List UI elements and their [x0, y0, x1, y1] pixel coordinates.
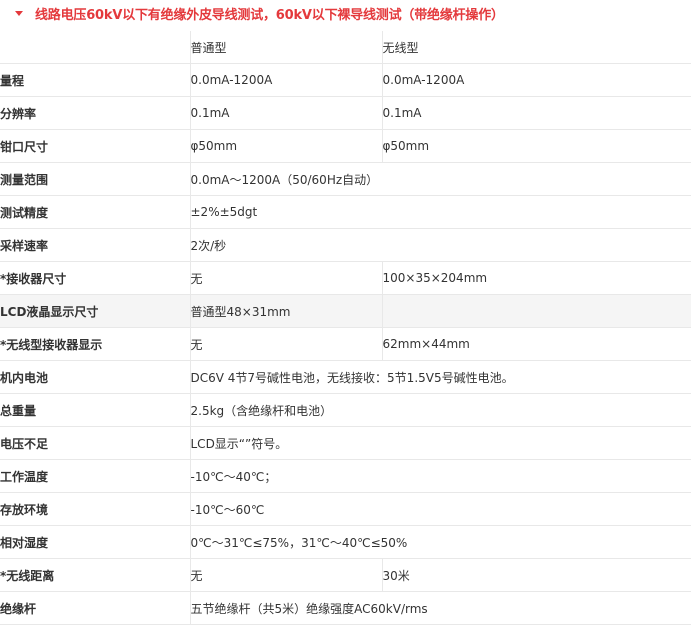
row-label: 分辨率	[0, 96, 190, 130]
spec-table: 普通型 无线型 量程 0.0mA-1200A 0.0mA-1200A 分辨率 0…	[0, 31, 691, 625]
row-value: 0.0mA～1200A（50/60Hz自动）	[189, 162, 691, 196]
row-label: 存放环境	[0, 492, 190, 526]
row-value-standard: 无	[189, 261, 382, 295]
section-title: 线路电压60kV以下有绝缘外皮导线测试，60kV以下裸导线测试（带绝缘杆操作）	[35, 7, 504, 23]
table-row: 测试精度 ±2%±5dgt	[0, 195, 691, 229]
table-row: 工作温度 -10℃～40℃；	[0, 459, 691, 493]
column-header-standard: 普通型	[189, 31, 382, 64]
table-row: 采样速率 2次/秒	[0, 228, 691, 262]
table-row: 总重量 2.5kg（含绝缘杆和电池）	[0, 393, 691, 427]
table-header-row: 普通型 无线型	[0, 31, 691, 64]
row-value: -10℃～60℃	[189, 492, 691, 526]
table-row: 分辨率 0.1mA 0.1mA	[0, 96, 691, 130]
row-label: 总重量	[0, 393, 190, 427]
row-value-wireless: 0.1mA	[381, 96, 691, 130]
table-row: *无线距离 无 30米	[0, 558, 691, 592]
collapse-arrow-icon[interactable]	[15, 10, 23, 16]
row-label: 采样速率	[0, 228, 190, 262]
row-value-wireless: 100×35×204mm	[381, 261, 691, 295]
row-label: 测试精度	[0, 195, 190, 229]
table-row: *接收器尺寸 无 100×35×204mm	[0, 261, 691, 295]
section-header: 线路电压60kV以下有绝缘外皮导线测试，60kV以下裸导线测试（带绝缘杆操作）	[0, 0, 691, 26]
row-value-wireless	[381, 294, 691, 328]
row-value-standard: 无	[189, 327, 382, 361]
row-value: -10℃～40℃；	[189, 459, 691, 493]
row-value: DC6V 4节7号碱性电池，无线接收：5节1.5V5号碱性电池。	[189, 360, 691, 394]
row-value-standard: φ50mm	[189, 129, 382, 163]
row-value-standard: 0.0mA-1200A	[189, 63, 382, 97]
table-row: 存放环境 -10℃～60℃	[0, 492, 691, 526]
row-value-wireless: φ50mm	[381, 129, 691, 163]
table-row: *无线型接收器显示 无 62mm×44mm	[0, 327, 691, 361]
row-value: ±2%±5dgt	[189, 195, 691, 229]
table-header-corner	[0, 31, 190, 64]
column-header-wireless: 无线型	[381, 31, 691, 64]
table-row: 钳口尺寸 φ50mm φ50mm	[0, 129, 691, 163]
row-label: 电压不足	[0, 426, 190, 460]
table-row: 机内电池 DC6V 4节7号碱性电池，无线接收：5节1.5V5号碱性电池。	[0, 360, 691, 394]
row-label: 绝缘杆	[0, 591, 190, 625]
table-row: 量程 0.0mA-1200A 0.0mA-1200A	[0, 63, 691, 97]
row-label: 量程	[0, 63, 190, 97]
row-label: *接收器尺寸	[0, 261, 190, 295]
row-label: 钳口尺寸	[0, 129, 190, 163]
row-label: LCD液晶显示尺寸	[0, 294, 190, 328]
row-label: 测量范围	[0, 162, 190, 196]
row-value-wireless: 30米	[381, 558, 691, 592]
row-label: 工作温度	[0, 459, 190, 493]
table-row: LCD液晶显示尺寸 普通型48×31mm	[0, 294, 691, 328]
row-label: *无线型接收器显示	[0, 327, 190, 361]
row-value: LCD显示“”符号。	[189, 426, 691, 460]
row-value: 五节绝缘杆（共5米）绝缘强度AC60kV/rms	[189, 591, 691, 625]
row-value: 2.5kg（含绝缘杆和电池）	[189, 393, 691, 427]
row-value-standard: 无	[189, 558, 382, 592]
row-value: 0℃～31℃≤75%，31℃～40℃≤50%	[189, 525, 691, 559]
row-value-standard: 0.1mA	[189, 96, 382, 130]
table-row: 电压不足 LCD显示“”符号。	[0, 426, 691, 460]
row-label: 机内电池	[0, 360, 190, 394]
row-label: 相对湿度	[0, 525, 190, 559]
table-row: 相对湿度 0℃～31℃≤75%，31℃～40℃≤50%	[0, 525, 691, 559]
row-value-wireless: 62mm×44mm	[381, 327, 691, 361]
table-row: 绝缘杆 五节绝缘杆（共5米）绝缘强度AC60kV/rms	[0, 591, 691, 625]
row-value: 2次/秒	[189, 228, 691, 262]
row-label: *无线距离	[0, 558, 190, 592]
table-row: 测量范围 0.0mA～1200A（50/60Hz自动）	[0, 162, 691, 196]
row-value-wireless: 0.0mA-1200A	[381, 63, 691, 97]
row-value-standard: 普通型48×31mm	[189, 294, 382, 328]
